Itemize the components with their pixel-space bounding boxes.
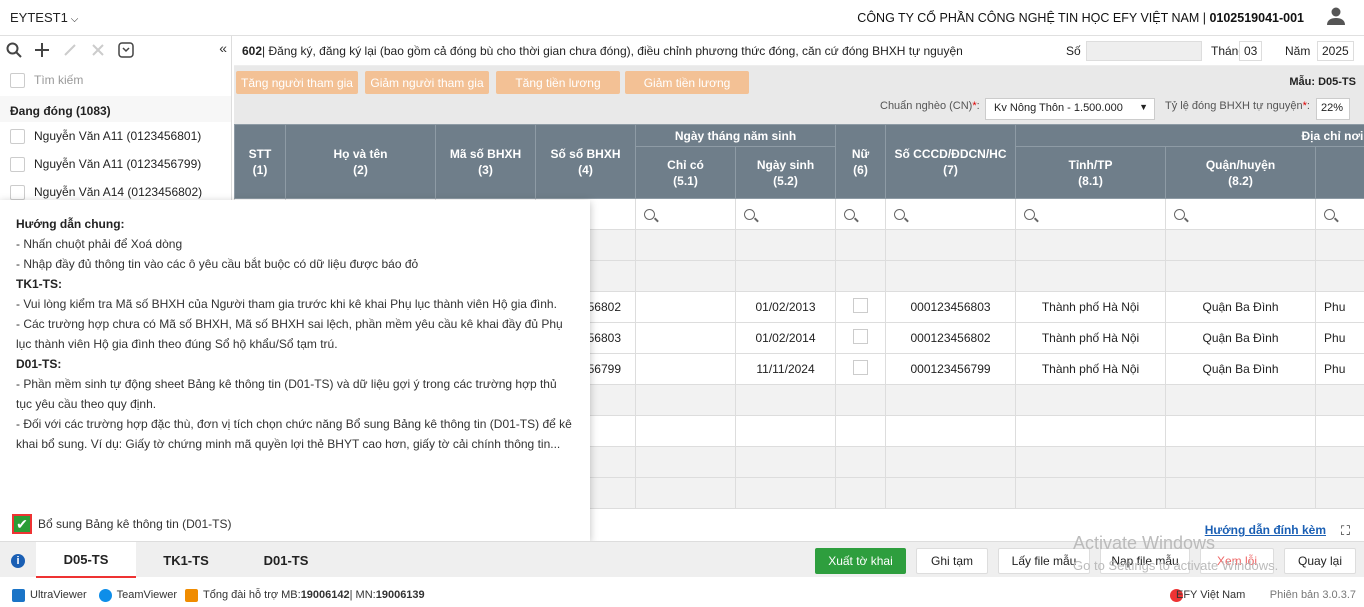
search-icon [1024, 208, 1036, 220]
export-button[interactable]: Xuất tờ khai [815, 548, 906, 574]
tab-d05-ts[interactable]: D05-TS [36, 542, 136, 578]
header-name: Họ và tên (2) [285, 124, 436, 199]
search-icon [644, 208, 655, 220]
select-all-checkbox[interactable] [10, 72, 25, 88]
header-birth-group: Ngày tháng năm sinh [634, 124, 837, 147]
header-id: Số CCCD/ĐDCN/HC (7) [885, 124, 1017, 199]
expand-icon[interactable]: ⛶ [1341, 523, 1350, 539]
activation-watermark: Activate Windows [1073, 533, 1216, 553]
so-field[interactable] [1086, 40, 1202, 61]
guide-line: - Vui lòng kiểm tra Mã số BHXH của Người… [16, 297, 557, 311]
poverty-label: Chuẩn nghèo (CN)*: [880, 100, 980, 112]
add-d01-label: Bổ sung Bảng kê thông tin (D01-TS) [38, 517, 232, 531]
female-checkbox[interactable] [853, 360, 869, 375]
edit-icon[interactable] [60, 40, 80, 60]
nam-field[interactable]: 2025 [1317, 40, 1354, 61]
tab-d01-ts[interactable]: D01-TS [236, 542, 336, 578]
search-icon [1324, 208, 1336, 220]
form-template-label: Mẫu: D05-TS [1289, 76, 1356, 88]
sidebar-search[interactable]: Tìm kiếm [0, 64, 231, 96]
phone-icon [184, 588, 198, 602]
list-item[interactable]: Nguyễn Văn A11 (0123456801) [0, 122, 231, 150]
guide-popup: Hướng dẫn chung: - Nhấn chuột phải để Xo… [0, 200, 590, 541]
ultraviewer-icon[interactable] [12, 588, 25, 602]
header-female: Nữ (6) [835, 124, 887, 199]
top-bar: EYTEST1 ⌵ CÔNG TY CỔ PHẦN CÔNG NGHỆ TIN H… [0, 0, 1364, 36]
chevron-down-icon: ⌵ [70, 14, 79, 25]
guide-line: - Nhập đầy đủ thông tin vào các ô yêu cầ… [16, 257, 419, 271]
header-birthdate: Ngày sinh (5.2) [734, 146, 837, 199]
search-icon [894, 208, 906, 220]
group-header[interactable]: Đang đóng (1083) [0, 96, 231, 122]
dropdown-box-icon[interactable] [116, 40, 136, 60]
female-checkbox[interactable] [853, 329, 869, 344]
header-stt: STT (1) [234, 124, 286, 199]
info-icon[interactable]: i [11, 554, 25, 568]
header-district: Quận/huyện (8.2) [1165, 146, 1317, 199]
header-bhxh-code: Mã số BHXH (3) [435, 124, 536, 199]
add-participant-button[interactable]: Tăng người tham gia [236, 71, 358, 94]
item-checkbox[interactable] [10, 156, 25, 172]
guide-line: - Các trường hợp chưa có Mã số BHXH, Mã … [16, 317, 563, 351]
item-checkbox[interactable] [10, 128, 25, 144]
search-icon [844, 208, 856, 220]
tab-tk1-ts[interactable]: TK1-TS [136, 542, 236, 578]
header-year-only: Chỉ có (5.1) [635, 146, 736, 199]
teamviewer-icon[interactable] [98, 588, 112, 602]
search-icon [1174, 208, 1186, 220]
guide-line: - Đối với các trường hợp đặc thù, đơn vị… [16, 417, 572, 451]
thang-field[interactable]: 03 [1239, 40, 1263, 61]
checkmark-icon[interactable]: ✔ [12, 514, 32, 534]
header-address-group: Địa chỉ nơi sin [1015, 124, 1364, 147]
poverty-select[interactable]: Kv Nông Thôn - 1.500.000 ▼ [985, 98, 1155, 120]
remove-participant-button[interactable]: Giảm người tham gia [365, 71, 489, 94]
item-checkbox[interactable] [10, 184, 25, 200]
status-footer: UltraViewer TeamViewer Tổng đài hỗ trợ M… [0, 583, 1364, 607]
header-bhxh-book: Số sổ BHXH (4) [535, 124, 636, 199]
guide-d01-title: D01-TS: [16, 357, 62, 371]
search-icon [744, 208, 755, 220]
company-info: CÔNG TY CỔ PHẦN CÔNG NGHỆ TIN HỌC EFY VI… [857, 11, 1304, 25]
add-d01-checkbox-row[interactable]: ✔ Bổ sung Bảng kê thông tin (D01-TS) [12, 514, 231, 534]
add-icon[interactable] [32, 40, 52, 60]
close-icon[interactable] [88, 40, 108, 60]
search-icon[interactable] [4, 40, 24, 60]
activation-watermark-sub: Go to Settings to activate Windows. [1073, 558, 1279, 573]
collapse-sidebar-icon[interactable]: « [219, 40, 227, 56]
form-title: 602 | Đăng ký, đăng ký lại (bao gồm cả đ… [234, 36, 1364, 66]
guide-title: Hướng dẫn chung: [16, 217, 125, 231]
increase-salary-button[interactable]: Tăng tiền lương [496, 71, 620, 94]
guide-tk1-title: TK1-TS: [16, 277, 62, 291]
decrease-salary-button[interactable]: Giảm tiền lương [625, 71, 749, 94]
header-province: Tỉnh/TP (8.1) [1015, 146, 1167, 199]
female-checkbox[interactable] [853, 298, 869, 313]
rate-label: Tỷ lệ đóng BHXH tự nguyện*: [1165, 100, 1310, 112]
workspace-selector[interactable]: EYTEST1 ⌵ [10, 10, 78, 25]
guide-line: - Phần mềm sinh tự động sheet Bảng kê th… [16, 377, 557, 411]
guide-line: - Nhấn chuột phải để Xoá dòng [16, 237, 183, 251]
save-draft-button[interactable]: Ghi tạm [916, 548, 988, 574]
user-icon[interactable] [1326, 6, 1346, 26]
back-button[interactable]: Quay lại [1284, 548, 1356, 574]
attachment-guide-link[interactable]: Hướng dẫn đính kèm [1205, 523, 1326, 537]
rate-field[interactable]: 22% [1316, 98, 1350, 120]
list-item[interactable]: Nguyễn Văn A11 (0123456799) [0, 150, 231, 178]
